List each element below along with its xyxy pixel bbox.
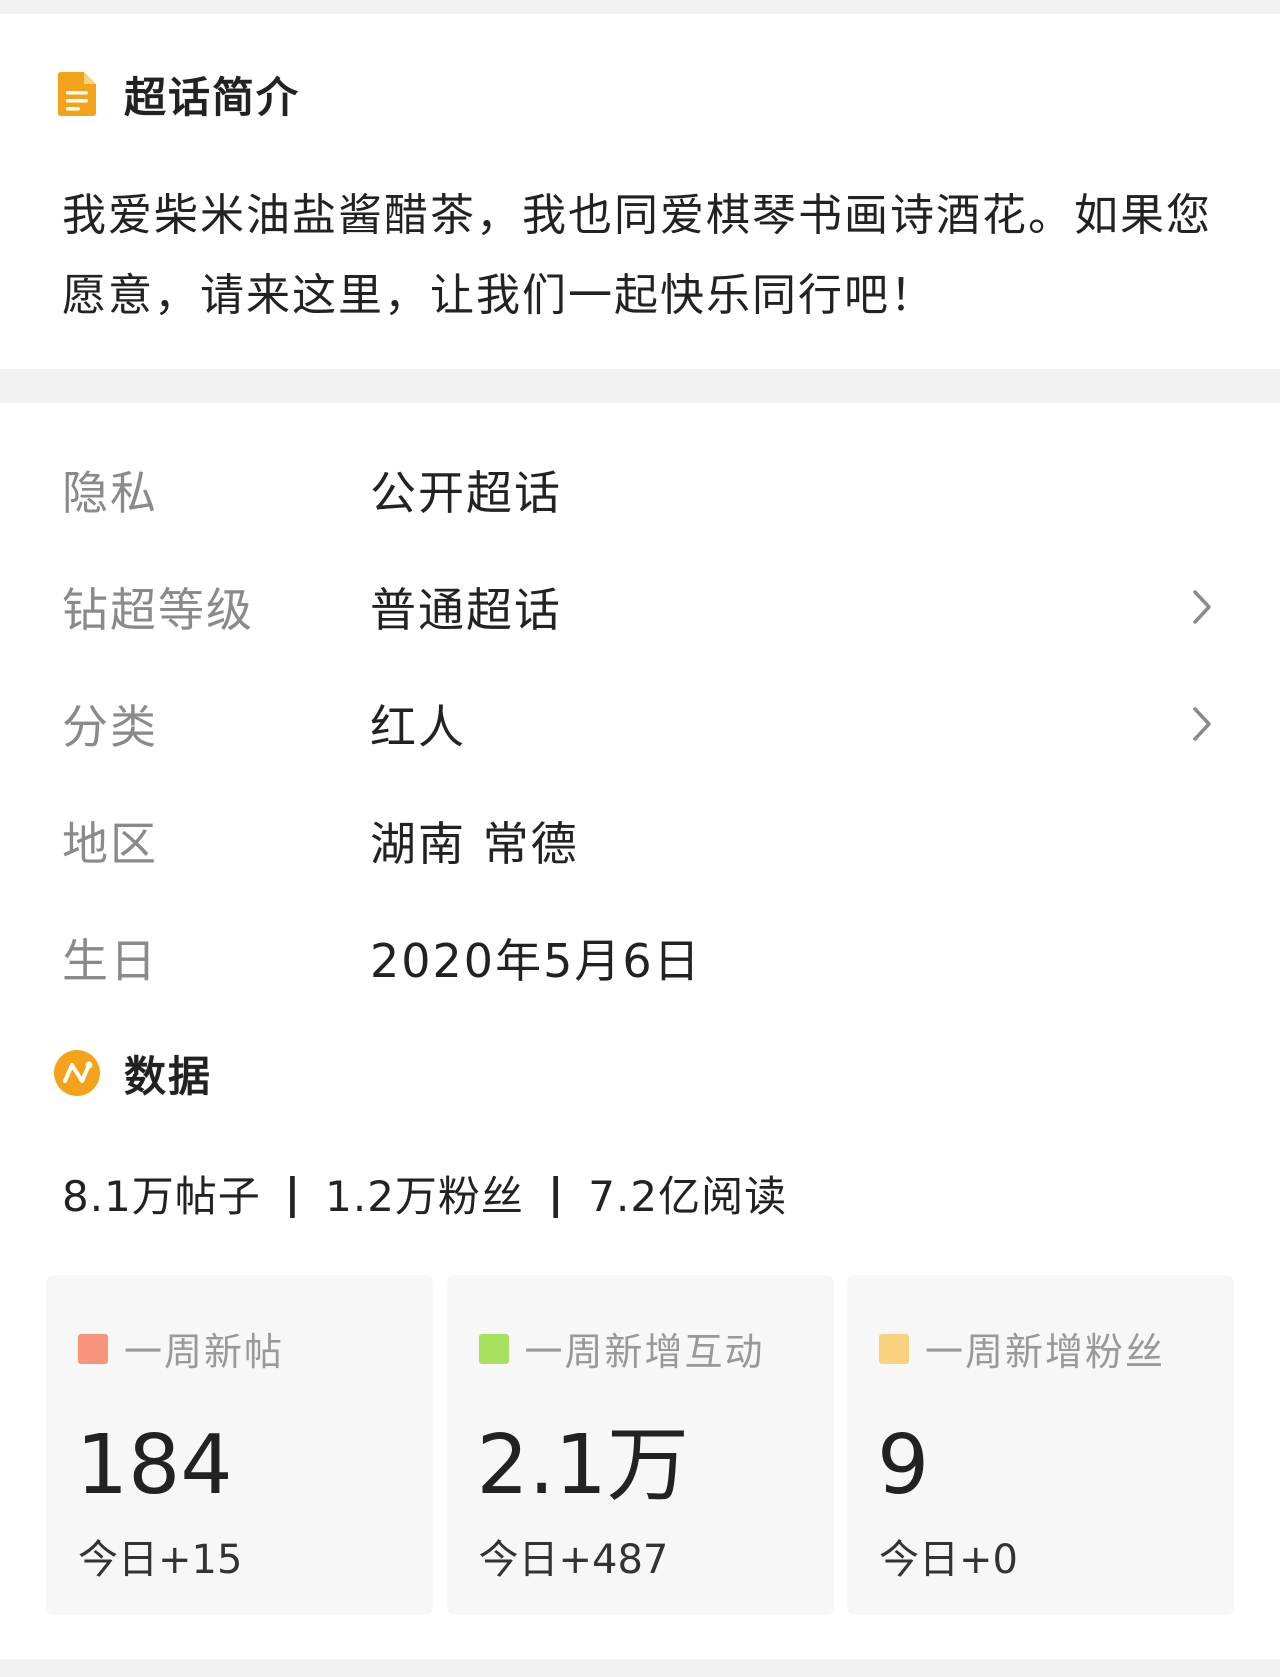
summary-posts: 8.1万帖子	[62, 1172, 261, 1221]
stat-legend: 一周新增互动	[478, 1321, 765, 1376]
info-row-privacy: 隐私 公开超话	[0, 445, 1280, 535]
summary-separator: |	[284, 1169, 302, 1218]
stat-legend: 一周新帖	[78, 1321, 284, 1376]
chevron-right-icon	[1193, 707, 1211, 741]
stat-label: 一周新增互动	[524, 1330, 765, 1374]
info-row-category[interactable]: 分类 红人	[0, 679, 1280, 769]
stat-swatch	[478, 1333, 509, 1364]
info-value: 红人	[370, 700, 466, 754]
stat-card-weekly-fans: 一周新增粉丝 9 今日+0	[847, 1275, 1234, 1615]
info-value: 公开超话	[370, 466, 562, 520]
data-trend-icon	[54, 1050, 100, 1096]
stat-legend: 一周新增粉丝	[879, 1321, 1165, 1376]
stat-today: 今日+0	[879, 1537, 1018, 1583]
chevron-right-icon	[1193, 590, 1211, 624]
info-label: 地区	[62, 817, 158, 871]
stats-grid: 一周新帖 184 今日+15 一周新增互动 2.1万 今日+487 一周新增粉丝…	[46, 1275, 1234, 1615]
intro-card: 超话简介 我爱柴米油盐酱醋茶，我也同爱棋琴书画诗酒花。如果您愿意，请来这里，让我…	[0, 14, 1280, 369]
stat-value: 9	[877, 1418, 930, 1513]
stat-today: 今日+15	[78, 1537, 243, 1583]
info-value: 湖南 常德	[370, 817, 579, 871]
info-label: 分类	[62, 700, 158, 754]
intro-text: 我爱柴米油盐酱醋茶，我也同爱棋琴书画诗酒花。如果您愿意，请来这里，让我们一起快乐…	[62, 190, 1212, 321]
info-row-level[interactable]: 钻超等级 普通超话	[0, 562, 1280, 652]
info-label: 生日	[62, 934, 158, 988]
stat-value: 184	[76, 1418, 233, 1513]
info-value: 2020年5月6日	[370, 934, 702, 988]
stat-swatch	[78, 1333, 108, 1364]
data-header: 数据	[54, 1043, 212, 1103]
info-row-birthday: 生日 2020年5月6日	[0, 913, 1280, 1003]
stat-label: 一周新增粉丝	[925, 1330, 1166, 1374]
info-label: 钻超等级	[62, 583, 254, 637]
stat-value: 2.1万	[476, 1418, 689, 1513]
data-summary: 8.1万帖子 | 1.2万粉丝 | 7.2亿阅读	[62, 1163, 787, 1224]
stat-label: 一周新帖	[124, 1330, 285, 1374]
intro-title: 超话简介	[124, 72, 301, 122]
intro-header: 超话简介	[54, 64, 300, 124]
document-icon	[58, 72, 96, 116]
stat-card-weekly-interactions: 一周新增互动 2.1万 今日+487	[446, 1275, 834, 1615]
info-value: 普通超话	[370, 583, 562, 637]
summary-fans: 1.2万粉丝	[325, 1172, 524, 1221]
info-row-region: 地区 湖南 常德	[0, 796, 1280, 886]
stat-swatch	[879, 1333, 909, 1364]
summary-separator: |	[547, 1169, 565, 1218]
stat-today: 今日+487	[478, 1537, 669, 1583]
info-card: 隐私 公开超话 钻超等级 普通超话 分类 红人 地区 湖南 常德 生日 2020…	[0, 403, 1280, 1659]
summary-reads: 7.2亿阅读	[588, 1172, 788, 1221]
page: 超话简介 我爱柴米油盐酱醋茶，我也同爱棋琴书画诗酒花。如果您愿意，请来这里，让我…	[0, 0, 1280, 1677]
data-title: 数据	[124, 1051, 213, 1101]
info-label: 隐私	[62, 466, 158, 520]
stat-card-weekly-posts: 一周新帖 184 今日+15	[46, 1275, 433, 1615]
